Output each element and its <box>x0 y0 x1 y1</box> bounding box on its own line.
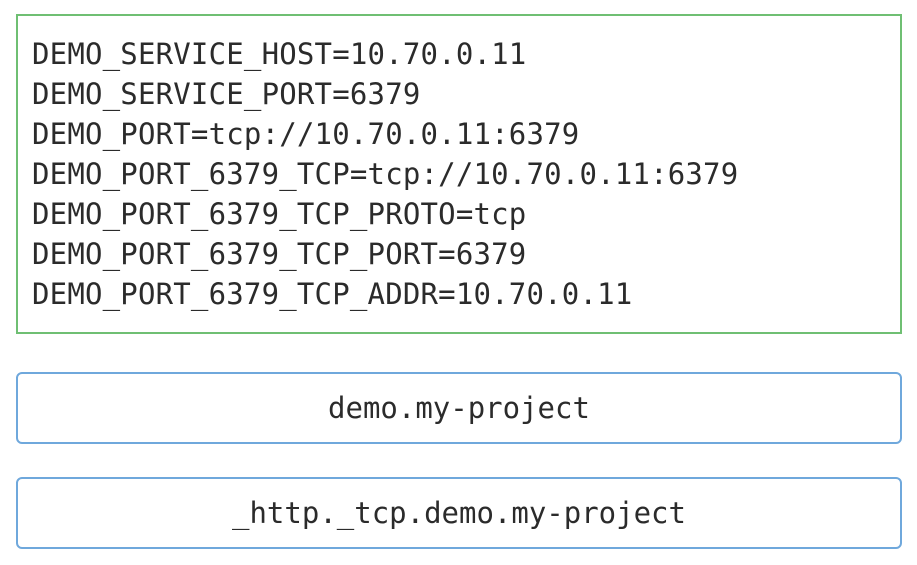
environment-variables-panel: DEMO_SERVICE_HOST=10.70.0.11 DEMO_SERVIC… <box>16 14 902 334</box>
dns-name-box-srv: _http._tcp.demo.my-project <box>16 477 902 549</box>
dns-name-service: demo.my-project <box>328 391 590 425</box>
dns-name-box-service: demo.my-project <box>16 372 902 444</box>
env-var-service-host: DEMO_SERVICE_HOST=10.70.0.11 <box>32 37 527 71</box>
env-var-port-tcp: DEMO_PORT_6379_TCP=tcp://10.70.0.11:6379 <box>32 157 739 191</box>
env-var-service-port: DEMO_SERVICE_PORT=6379 <box>32 77 421 111</box>
dns-name-srv: _http._tcp.demo.my-project <box>232 496 686 530</box>
env-var-port: DEMO_PORT=tcp://10.70.0.11:6379 <box>32 117 580 151</box>
env-var-port-tcp-addr: DEMO_PORT_6379_TCP_ADDR=10.70.0.11 <box>32 277 633 311</box>
env-var-port-tcp-proto: DEMO_PORT_6379_TCP_PROTO=tcp <box>32 197 527 231</box>
env-var-port-tcp-port: DEMO_PORT_6379_TCP_PORT=6379 <box>32 237 527 271</box>
